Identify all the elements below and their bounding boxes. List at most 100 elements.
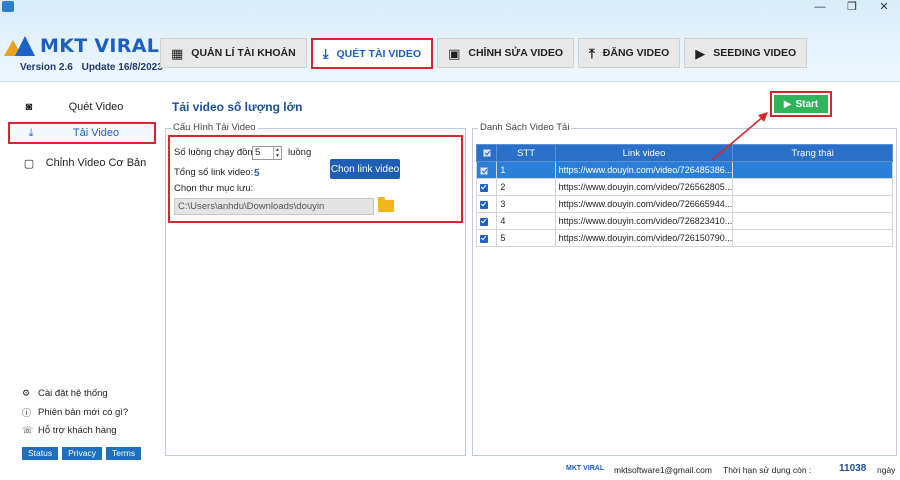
- tab-account-manager[interactable]: ▦ QUẢN LÍ TÀI KHOẢN: [160, 38, 307, 68]
- start-button[interactable]: ▶ Start: [770, 91, 832, 117]
- table-row[interactable]: 5 https://www.douyin.com/video/726150790…: [475, 229, 893, 247]
- table-row[interactable]: 4 https://www.douyin.com/video/726823410…: [475, 212, 893, 230]
- main-tabs: ▦ QUẢN LÍ TÀI KHOẢN ⤓ QUÉT TÀI VIDEO ▣ C…: [160, 38, 811, 69]
- close-icon[interactable]: ✕: [878, 2, 890, 13]
- column-header-stt[interactable]: STT: [496, 144, 556, 162]
- expiry-days: 11038: [839, 463, 867, 474]
- sidebar-item-download-video[interactable]: ⤓ Tải Video: [8, 122, 156, 144]
- folder-path-input[interactable]: [174, 198, 374, 215]
- video-icon: ▶: [695, 45, 706, 61]
- table-row[interactable]: 2 https://www.douyin.com/video/726562805…: [475, 178, 893, 196]
- camera-icon: ◙: [25, 101, 33, 113]
- update-label: Update 16/8/2023: [81, 62, 163, 73]
- logo: MKT VIRAL: [4, 34, 159, 58]
- info-icon: ⓘ: [22, 408, 32, 418]
- expiry-label: Thời hạn sử dụng còn :: [723, 465, 812, 475]
- folder-label: Chọn thư mục lưu:: [174, 183, 254, 194]
- video-list-legend: Danh Sách Video Tải: [478, 122, 572, 133]
- link-label: Hỗ trợ khách hàng: [38, 425, 117, 436]
- sidebar-item-basic-edit[interactable]: ▢ Chỉnh Video Cơ Bản: [8, 152, 156, 174]
- row-status: [732, 161, 893, 179]
- system-settings-link[interactable]: ⚙ Cài đặt hệ thống: [22, 388, 108, 399]
- header: — ❐ ✕ MKT VIRAL Version 2.6 Update 16/8/…: [0, 0, 900, 82]
- choose-links-button[interactable]: Chọn link video: [330, 159, 400, 179]
- tab-post-video[interactable]: ⤒ ĐĂNG VIDEO: [578, 38, 681, 68]
- gear-icon: ⚙: [22, 388, 31, 398]
- sidebar: ◙ Quét Video ⤓ Tải Video ▢ Chỉnh Video C…: [0, 83, 160, 480]
- tab-scan-download-video[interactable]: ⤓ QUÉT TÀI VIDEO: [310, 38, 434, 69]
- tab-label: CHỈNH SỬA VIDEO: [468, 47, 564, 59]
- row-status: [732, 212, 893, 230]
- upload-icon: ⤒: [589, 45, 595, 61]
- folder-icon[interactable]: [378, 197, 394, 212]
- row-stt: 3: [496, 195, 556, 213]
- row-checkbox[interactable]: [475, 161, 498, 179]
- row-checkbox[interactable]: [475, 212, 498, 230]
- row-link: https://www.douyin.com/video/726665944..…: [554, 195, 734, 213]
- select-all-checkbox[interactable]: [475, 144, 498, 162]
- config-legend: Cấu Hình Tải Video: [171, 122, 258, 133]
- row-status: [732, 178, 893, 196]
- sidebar-item-label: Chỉnh Video Cơ Bản: [45, 157, 147, 169]
- window-controls: — ❐ ✕: [814, 2, 890, 13]
- tab-seeding-video[interactable]: ▶ SEEDING VIDEO: [684, 38, 808, 68]
- threads-stepper[interactable]: 5 ▲ ▼: [252, 146, 282, 160]
- link-label: Phiên bản mới có gì?: [38, 407, 129, 418]
- config-highlight: Số luồng chạy đồng t 5 ▲ ▼ luồng Tổng số …: [168, 135, 463, 223]
- expiry-unit: ngày: [877, 465, 896, 475]
- row-stt: 2: [496, 178, 556, 196]
- threads-unit: luồng: [288, 147, 312, 158]
- film-icon: ▣: [448, 45, 461, 61]
- footer-buttons: Status Privacy Terms: [22, 447, 142, 460]
- sidebar-item-label: Tải Video: [72, 127, 120, 139]
- arrow-head: [758, 112, 768, 122]
- row-checkbox[interactable]: [475, 229, 498, 247]
- page-title: Tải video số lượng lớn: [172, 100, 303, 114]
- threads-label: Số luồng chạy đồng t: [174, 147, 264, 158]
- maximize-icon[interactable]: ❐: [846, 2, 858, 13]
- column-header-status[interactable]: Trạng thái: [732, 144, 893, 162]
- tab-label: SEEDING VIDEO: [713, 47, 797, 59]
- terms-button[interactable]: Terms: [105, 447, 142, 460]
- logo-mark-icon: [4, 36, 38, 56]
- chat-icon: ▢: [23, 157, 35, 170]
- statusbar-logo: MKT VIRAL: [566, 465, 605, 472]
- minimize-icon[interactable]: —: [814, 2, 826, 13]
- download-icon: ⤓: [322, 46, 329, 61]
- column-header-link[interactable]: Link video: [554, 144, 734, 162]
- privacy-button[interactable]: Privacy: [62, 447, 102, 460]
- version-info: Version 2.6 Update 16/8/2023: [20, 62, 169, 73]
- table-row[interactable]: 1 https://www.douyin.com/video/726485386…: [475, 161, 893, 179]
- tab-label: QUÉT TÀI VIDEO: [336, 47, 422, 60]
- tab-edit-video[interactable]: ▣ CHỈNH SỬA VIDEO: [437, 38, 575, 68]
- row-status: [732, 229, 893, 247]
- row-link: https://www.douyin.com/video/726562805..…: [554, 178, 734, 196]
- support-icon: ☏: [22, 425, 34, 435]
- app-icon: [2, 1, 14, 12]
- grid-icon: ▦: [171, 45, 184, 61]
- tab-label: ĐĂNG VIDEO: [602, 47, 670, 59]
- start-button-inner: ▶ Start: [774, 95, 828, 113]
- stepper-arrows-icon[interactable]: ▲ ▼: [273, 147, 281, 159]
- link-label: Cài đặt hệ thống: [38, 388, 108, 399]
- customer-support-link[interactable]: ☏ Hỗ trợ khách hàng: [22, 425, 117, 436]
- tab-label: QUẢN LÍ TÀI KHOẢN: [191, 47, 296, 59]
- logo-text: MKT VIRAL: [40, 35, 160, 57]
- threads-value: 5: [255, 147, 261, 158]
- app-window: — ❐ ✕ MKT VIRAL Version 2.6 Update 16/8/…: [0, 0, 900, 480]
- table-header-row: STT Link video Trạng thái: [475, 144, 893, 162]
- start-label: Start: [795, 98, 819, 110]
- table-row[interactable]: 3 https://www.douyin.com/video/726665944…: [475, 195, 893, 213]
- download-icon: ⤓: [28, 126, 34, 139]
- status-button[interactable]: Status: [22, 447, 59, 460]
- row-link: https://www.douyin.com/video/726823410..…: [554, 212, 734, 230]
- support-email: mktsoftware1@gmail.com: [614, 465, 712, 475]
- version-label: Version 2.6: [20, 62, 73, 73]
- row-checkbox[interactable]: [475, 195, 498, 213]
- whats-new-link[interactable]: ⓘ Phiên bản mới có gì?: [22, 406, 128, 419]
- row-link: https://www.douyin.com/video/726150790..…: [554, 229, 734, 247]
- row-stt: 5: [496, 229, 556, 247]
- row-checkbox[interactable]: [475, 178, 498, 196]
- total-links-value: 5: [254, 168, 260, 179]
- sidebar-item-scan-video[interactable]: ◙ Quét Video: [8, 96, 156, 118]
